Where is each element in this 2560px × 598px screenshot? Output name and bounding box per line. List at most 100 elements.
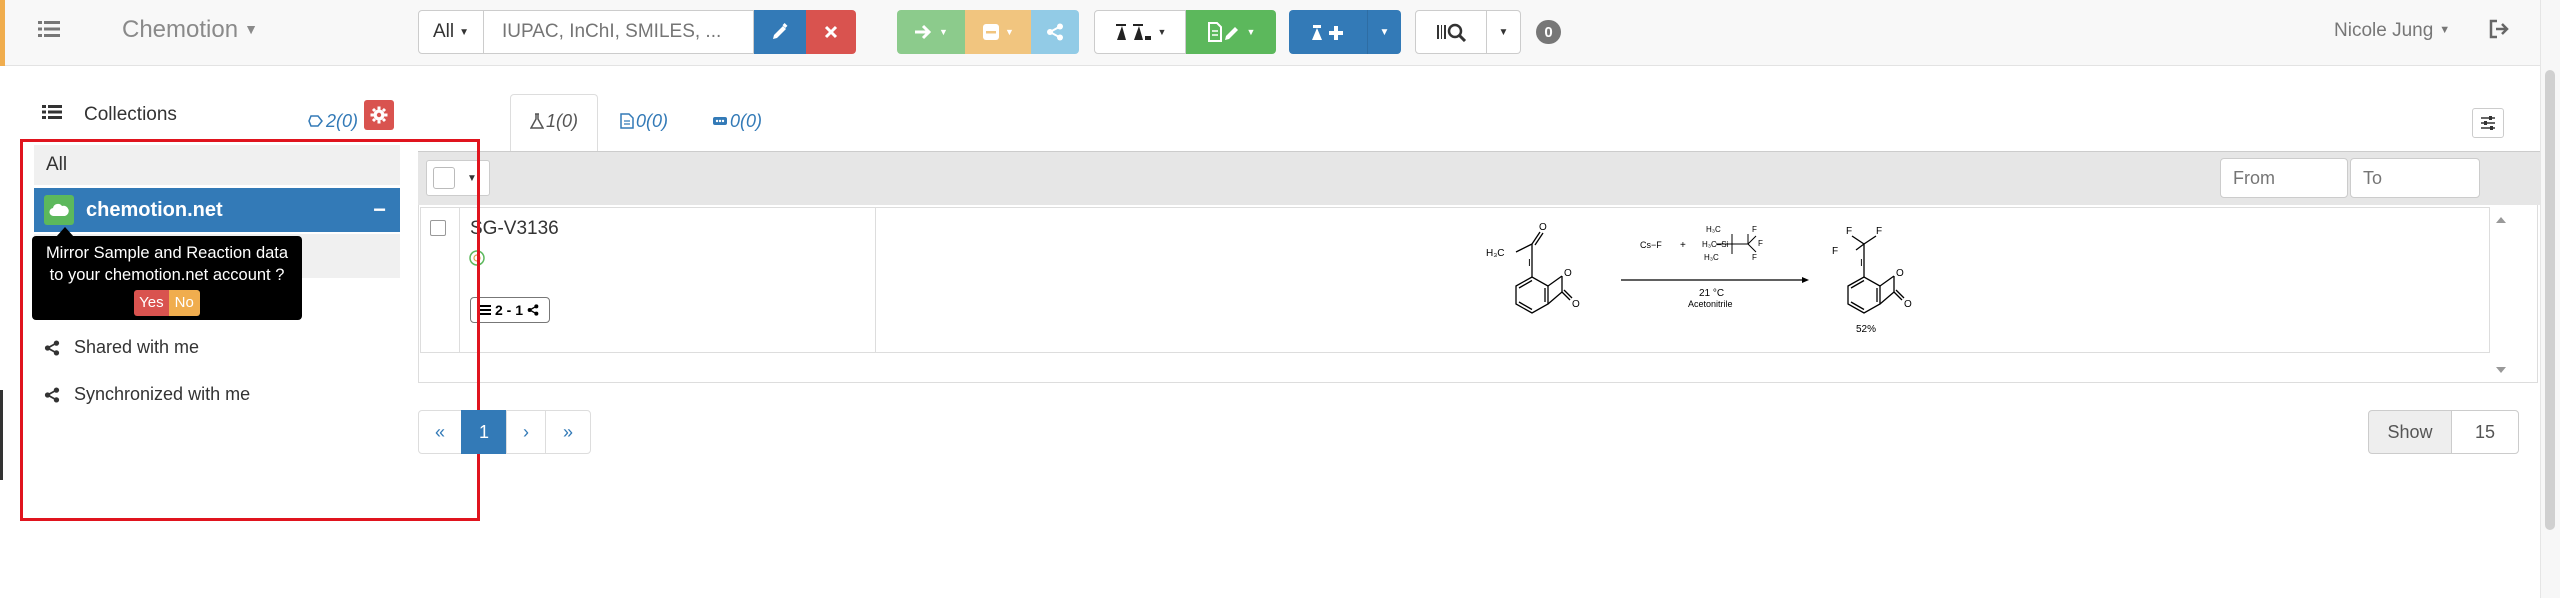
structure-editor-button[interactable]	[754, 10, 806, 54]
share-icon	[1047, 23, 1063, 41]
create-dropdown-toggle[interactable]: ▼	[1367, 10, 1401, 54]
tab-reactions-label: 2(0)	[326, 110, 359, 131]
collection-tag-label: 2 - 1	[495, 302, 524, 318]
pagination-first[interactable]: «	[418, 410, 462, 454]
tab-screens-label: 0(0)	[730, 110, 763, 131]
arrow-right-icon	[915, 24, 932, 40]
wellplate-icon	[620, 113, 634, 129]
svg-text:F: F	[1846, 226, 1852, 237]
notification-badge[interactable]: 0	[1536, 20, 1561, 44]
svg-text:F: F	[1876, 226, 1882, 237]
barcode-scan-button[interactable]	[1415, 10, 1487, 54]
user-menu[interactable]: Nicole Jung ▼	[2334, 20, 2450, 42]
svg-text:O: O	[1564, 268, 1572, 279]
minus-square-icon	[983, 24, 1000, 40]
collections-settings-button[interactable]	[364, 100, 394, 130]
create-element-button[interactable]	[1289, 10, 1367, 54]
reaction-arrow-head	[1802, 277, 1809, 283]
svg-text:H₃C–Si: H₃C–Si	[1702, 240, 1729, 249]
chevron-down-icon: ▼	[1379, 26, 1390, 38]
svg-text:F: F	[1752, 253, 1757, 262]
scan-dropdown-toggle[interactable]: ▼	[1487, 10, 1521, 54]
sample-flask-icon	[530, 113, 544, 129]
tab-screens[interactable]: 0(0)	[712, 94, 762, 148]
search-scope-select[interactable]: All ▼	[418, 10, 484, 54]
share-icon	[527, 304, 539, 316]
left-accent-bar	[0, 0, 5, 66]
highlight-annotation	[20, 139, 480, 521]
close-icon	[824, 25, 838, 39]
chevron-down-icon: ▼	[459, 26, 470, 38]
export-button[interactable]: ▼	[1186, 10, 1276, 54]
svg-text:O: O	[1896, 268, 1904, 279]
reaction-name[interactable]: SG-V3136	[470, 218, 559, 240]
share-button[interactable]	[1031, 10, 1079, 54]
move-button[interactable]: ▼	[897, 10, 965, 54]
show-count-label: Show	[2368, 410, 2452, 454]
from-date-input[interactable]	[2220, 158, 2348, 198]
menu-toggle-icon[interactable]	[38, 20, 66, 44]
search-scope-label: All	[432, 21, 455, 42]
reaction-temperature: 21 °C	[1699, 288, 1724, 299]
chevron-down-icon: ▼	[1246, 27, 1256, 37]
collection-tag[interactable]: 2 - 1	[470, 297, 550, 323]
svg-text:H₃C: H₃C	[1706, 225, 1721, 234]
reaction-scheme[interactable]: H₃C O I O O Cs−F + H₃C H₃C–Si H₃C F F F …	[1466, 214, 1936, 348]
flask-report-icon	[1115, 24, 1151, 40]
reaction-icon	[308, 115, 323, 127]
barcode-search-icon	[1437, 23, 1467, 42]
tab-wellplates-label: 0(0)	[636, 110, 669, 131]
page-scrollbar-thumb[interactable]	[2545, 70, 2555, 530]
remove-button[interactable]: ▼	[965, 10, 1031, 54]
svg-text:F: F	[1758, 239, 1763, 248]
chevron-down-icon: ▼	[1498, 26, 1509, 38]
svg-text:O: O	[1539, 222, 1547, 233]
svg-text:F: F	[1832, 246, 1838, 257]
svg-text:I: I	[1528, 258, 1531, 269]
svg-text:O: O	[1904, 299, 1912, 310]
chevron-down-icon: ▼	[2439, 24, 2451, 36]
logout-icon[interactable]	[2488, 18, 2514, 44]
pagination-page-1[interactable]: 1	[461, 410, 507, 454]
reagent-csf: Cs−F	[1640, 240, 1662, 250]
reaction-solvent: Acetonitrile	[1688, 299, 1733, 309]
show-count-input[interactable]: 15	[2451, 410, 2519, 454]
tab-samples[interactable]: 1(0)	[530, 94, 578, 148]
list-scrollbar[interactable]	[2490, 207, 2512, 383]
left-edge-marker	[0, 390, 3, 480]
screen-icon	[713, 117, 727, 125]
chevron-down-icon: ▼	[244, 21, 258, 37]
tab-samples-label: 1(0)	[546, 110, 579, 131]
list-icon	[42, 104, 64, 122]
clear-search-button[interactable]	[806, 10, 856, 54]
to-date-input[interactable]	[2350, 158, 2480, 198]
product-yield: 52%	[1856, 324, 1876, 335]
column-filter-button[interactable]	[2472, 108, 2504, 138]
tab-wellplates[interactable]: 0(0)	[620, 94, 668, 148]
sliders-icon	[2481, 116, 2495, 130]
file-edit-icon	[1207, 22, 1238, 42]
top-navbar	[0, 0, 2560, 66]
chevron-down-icon: ▼	[1005, 27, 1014, 37]
svg-text:H₃C: H₃C	[1704, 253, 1719, 262]
collections-title[interactable]: Collections	[84, 104, 177, 126]
gear-icon	[370, 106, 388, 124]
flask-plus-icon	[1312, 25, 1343, 40]
brand-name: Chemotion	[122, 16, 239, 43]
list-icon	[479, 305, 491, 315]
page-scrollbar[interactable]	[2540, 0, 2560, 598]
search-input[interactable]	[484, 10, 754, 54]
pencil-icon	[773, 23, 788, 39]
pagination-last[interactable]: »	[545, 410, 591, 454]
chevron-down-icon: ▼	[1157, 27, 1167, 37]
svg-text:I: I	[1860, 258, 1863, 269]
report-button[interactable]: ▼	[1094, 10, 1186, 54]
reagent-plus: +	[1680, 240, 1686, 251]
svg-text:F: F	[1752, 225, 1757, 234]
pagination-next[interactable]: ›	[506, 410, 546, 454]
svg-text:O: O	[1572, 299, 1580, 310]
user-name: Nicole Jung	[2334, 20, 2434, 41]
chevron-down-icon: ▼	[939, 27, 948, 37]
svg-text:H₃C: H₃C	[1486, 248, 1505, 259]
brand-menu[interactable]: Chemotion ▼	[122, 16, 258, 44]
